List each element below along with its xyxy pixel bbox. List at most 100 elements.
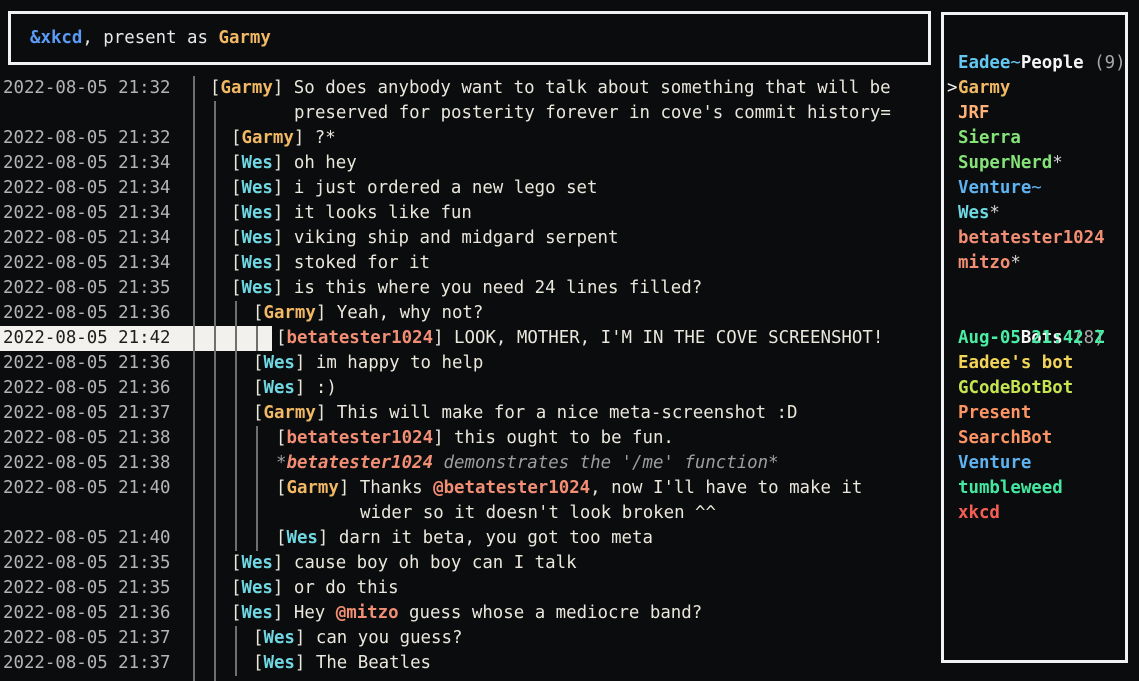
people-item-wes[interactable]: Wes* — [944, 201, 1125, 226]
thread-line — [214, 351, 216, 376]
chat-row[interactable]: 2022-08-05 21:40[Wes] darn it beta, you … — [0, 526, 939, 551]
message-text: This will make for a nice meta-screensho… — [337, 403, 798, 423]
thread-line — [214, 426, 216, 451]
username[interactable]: Wes — [241, 578, 272, 598]
username[interactable]: Garmy — [286, 478, 338, 498]
user-list-panel: People (9) Eadee~>GarmyJRFSierraSuperNer… — [941, 12, 1128, 663]
chat-row[interactable]: 2022-08-05 21:37[Wes] The Beatles — [0, 651, 939, 676]
bot-item-present[interactable]: Present — [944, 401, 1125, 426]
people-item-garmy[interactable]: >Garmy — [944, 76, 1125, 101]
thread-line — [193, 201, 195, 226]
username[interactable]: Wes — [241, 203, 272, 223]
username[interactable]: betatester1024 — [286, 328, 433, 348]
chat-row[interactable]: 2022-08-05 21:37[Garmy] This will make f… — [0, 401, 939, 426]
message-text: [ — [231, 228, 241, 248]
username[interactable]: Wes — [241, 228, 272, 248]
username[interactable]: Garmy — [220, 78, 272, 98]
chat-row[interactable]: 2022-08-05 21:36[Wes] im happy to help — [0, 351, 939, 376]
chat-row[interactable]: 2022-08-05 21:34[Wes] oh hey — [0, 151, 939, 176]
message-text: [ — [276, 328, 286, 348]
chat-row[interactable]: 2022-08-05 21:38*betatester1024 demonstr… — [0, 451, 939, 476]
username[interactable]: Wes — [241, 253, 272, 273]
chat-row[interactable]: 2022-08-05 21:35[Wes] or do this — [0, 576, 939, 601]
thread-line — [193, 101, 195, 126]
chat-row[interactable]: 2022-08-05 21:32[Garmy] ?* — [0, 126, 939, 151]
username[interactable]: betatester1024 — [286, 453, 433, 473]
chat-row[interactable]: 2022-08-05 21:40[Garmy] Thanks @betatest… — [0, 476, 939, 501]
username[interactable]: Wes — [241, 153, 272, 173]
message-text: [ — [231, 578, 241, 598]
message-text: [ — [231, 128, 241, 148]
thread-line — [214, 226, 216, 251]
chat-row[interactable]: 2022-08-05 21:36[Wes] :) — [0, 376, 939, 401]
chat-row[interactable]: 2022-08-05 21:35[Wes] is this where you … — [0, 276, 939, 301]
people-item-jrf[interactable]: JRF — [944, 101, 1125, 126]
message-text: [ — [231, 553, 241, 573]
thread-line — [193, 526, 195, 551]
chat-row[interactable]: 2022-08-05 21:42[betatester1024] LOOK, M… — [0, 326, 939, 351]
chat-row[interactable]: 2022-08-05 21:34[Wes] stoked for it — [0, 251, 939, 276]
thread-line — [193, 601, 195, 626]
bot-item-aug-05-21-42-z[interactable]: Aug-05 21:42 Z — [944, 326, 1125, 351]
people-item-eadee[interactable]: Eadee~ — [944, 51, 1125, 76]
chat-row[interactable]: 2022-08-05 21:38[betatester1024] this ou… — [0, 426, 939, 451]
message-text: [ — [231, 178, 241, 198]
bot-item-venture[interactable]: Venture — [944, 451, 1125, 476]
chat-row[interactable]: wider so it doesn't look broken ^^ — [0, 501, 939, 526]
thread-line — [214, 501, 216, 526]
list-user-name: mitzo — [958, 253, 1010, 273]
thread-line — [235, 401, 237, 426]
thread-line — [214, 276, 216, 301]
timestamp: 2022-08-05 21:35 — [3, 551, 171, 576]
message-text: ] — [273, 578, 294, 598]
bot-item-gcodebotbot[interactable]: GCodeBotBot — [944, 376, 1125, 401]
username[interactable]: betatester1024 — [286, 428, 433, 448]
username[interactable]: Wes — [263, 378, 294, 398]
message: wider so it doesn't look broken ^^ — [360, 501, 716, 526]
thread-line — [193, 676, 195, 681]
people-item-betatester1024[interactable]: betatester1024 — [944, 226, 1125, 251]
chat-row[interactable]: 2022-08-05 21:37[Wes] can you guess? — [0, 626, 939, 651]
mention[interactable]: @mitzo — [336, 603, 399, 623]
list-user-name: Sierra — [958, 128, 1021, 148]
username[interactable]: Wes — [241, 603, 272, 623]
list-user-name: Eadee — [958, 53, 1010, 73]
username[interactable]: Wes — [263, 653, 294, 673]
bot-item-eadee-s-bot[interactable]: Eadee's bot — [944, 351, 1125, 376]
mention[interactable]: @betatester1024 — [433, 478, 590, 498]
chat-row[interactable]: preserved for posterity forever in cove'… — [0, 101, 939, 126]
thread-line — [214, 401, 216, 426]
username[interactable]: Garmy — [241, 128, 293, 148]
username[interactable]: Wes — [263, 353, 294, 373]
chat-row[interactable]: 2022-08-05 21:34[Wes] i just ordered a n… — [0, 176, 939, 201]
bot-item-searchbot[interactable]: SearchBot — [944, 426, 1125, 451]
chat-row[interactable]: 2022-08-05 21:36[Wes] Hey @mitzo guess w… — [0, 601, 939, 626]
people-item-venture[interactable]: Venture~ — [944, 176, 1125, 201]
message-text: guess whose a mediocre band? — [399, 603, 703, 623]
message-text: ] — [295, 378, 316, 398]
chat-row[interactable]: 2022-08-05 21:35[Wes] cause boy oh boy c… — [0, 551, 939, 576]
chat-row[interactable]: 2022-08-05 21:32[Garmy] So does anybody … — [0, 76, 939, 101]
thread-line — [235, 376, 237, 401]
chat-row[interactable]: 2022-08-05 21:36[Garmy] Yeah, why not? — [0, 301, 939, 326]
username[interactable]: Garmy — [263, 303, 315, 323]
people-item-supernerd[interactable]: SuperNerd* — [944, 151, 1125, 176]
chat-row[interactable]: 2022-08-05 21:34[Wes] viking ship and mi… — [0, 226, 939, 251]
bot-item-tumbleweed[interactable]: tumbleweed — [944, 476, 1125, 501]
thread-line — [256, 476, 258, 501]
chat-row[interactable]: 2022-08-05 21:34[Wes] it looks like fun — [0, 201, 939, 226]
username[interactable]: Wes — [286, 528, 317, 548]
people-item-mitzo[interactable]: mitzo* — [944, 251, 1125, 276]
username[interactable]: Wes — [241, 178, 272, 198]
thread-line — [193, 301, 195, 326]
thread-line — [256, 501, 258, 526]
bot-item-xkcd[interactable]: xkcd — [944, 501, 1125, 526]
username[interactable]: Wes — [241, 553, 272, 573]
username[interactable]: Wes — [241, 278, 272, 298]
username[interactable]: Garmy — [263, 403, 315, 423]
people-item-sierra[interactable]: Sierra — [944, 126, 1125, 151]
message-text: ] — [295, 353, 316, 373]
thread-line — [214, 601, 216, 626]
thread-line — [193, 251, 195, 276]
username[interactable]: Wes — [263, 628, 294, 648]
